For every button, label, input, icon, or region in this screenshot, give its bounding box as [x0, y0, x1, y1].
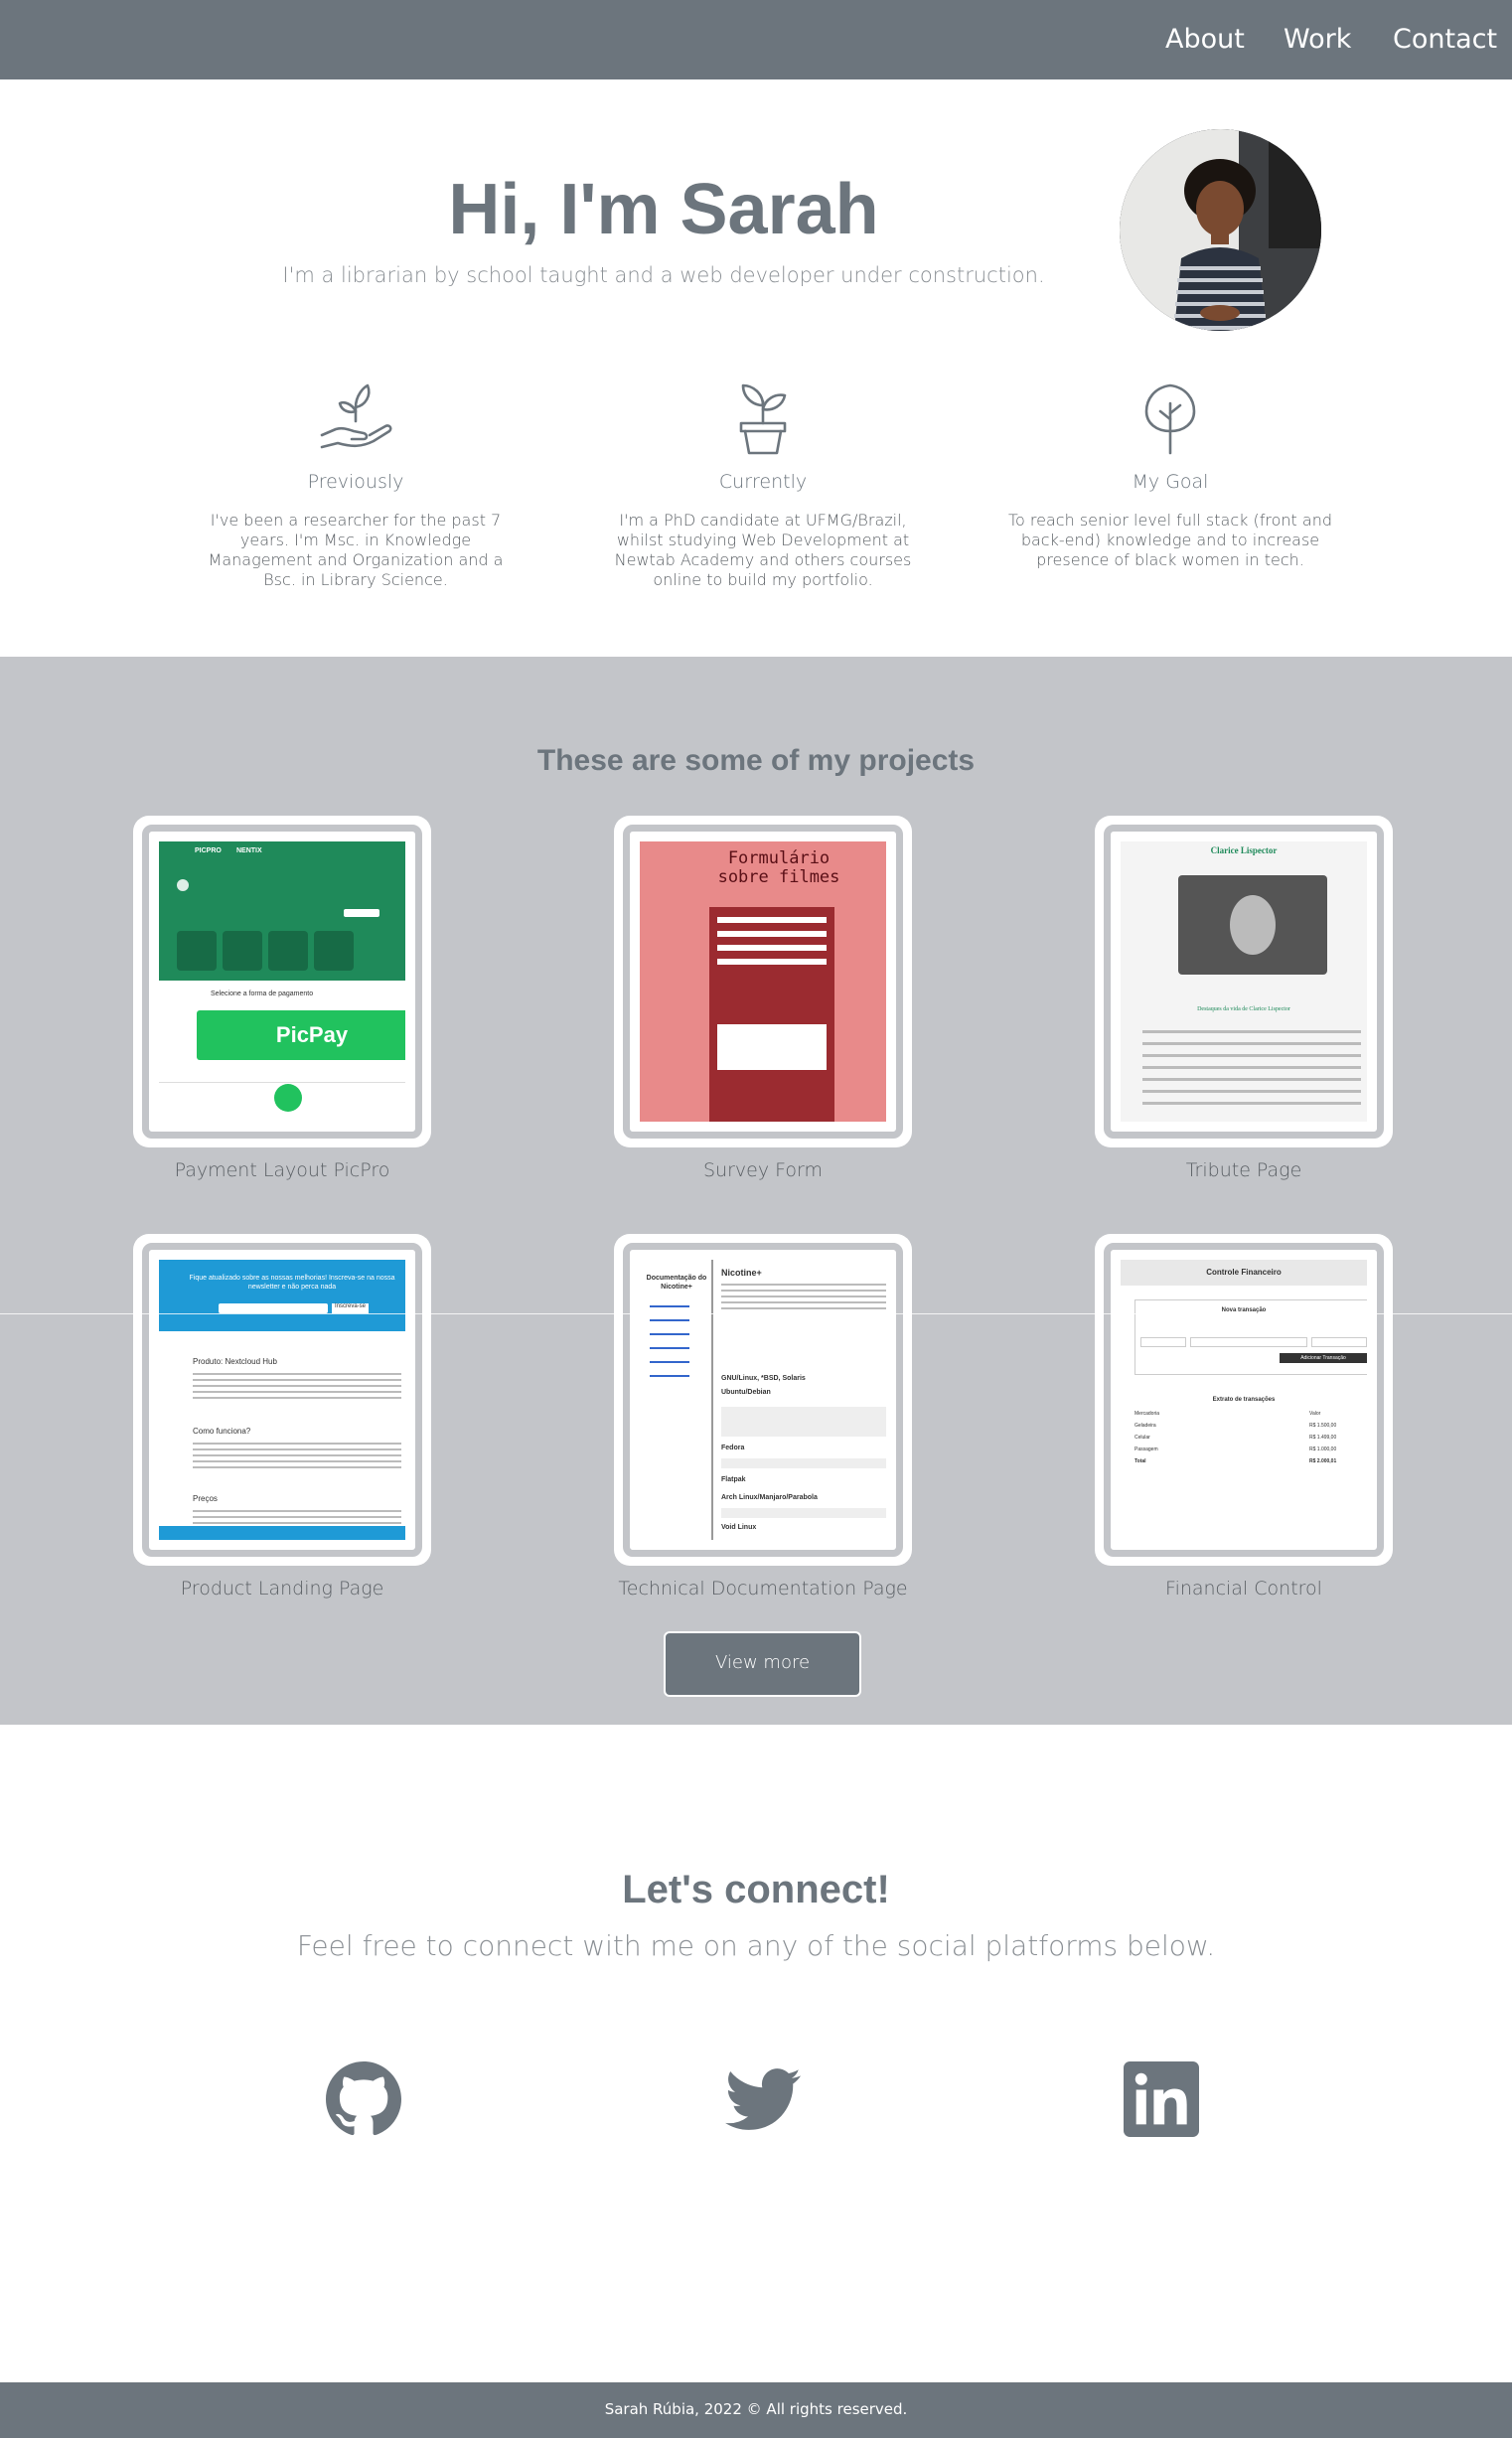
thumb-survey-title: Formulário sobre filmes: [717, 848, 840, 887]
project-card-landing[interactable]: Fique atualizado sobre as nossas melhori…: [133, 1234, 431, 1566]
info-text: I'm a PhD candidate at UFMG/Brazil, whil…: [614, 511, 912, 589]
thumb-landing-button: Inscreva-se: [332, 1303, 370, 1313]
info-title: Previously: [307, 471, 404, 493]
project-label: Survey Form: [703, 1159, 823, 1181]
project-card-tribute[interactable]: Clarice Lispector Destaques da vida de C…: [1095, 816, 1393, 1147]
thumb-fin-row-value: R$ 1.499,00: [1309, 1435, 1337, 1441]
twitter-icon[interactable]: [725, 2061, 801, 2137]
thumb-fin-row-name: Passagem: [1134, 1447, 1158, 1452]
project-thumbnail: Controle Financeiro Nova transação Adici…: [1121, 1260, 1367, 1540]
project-label: Tribute Page: [1185, 1159, 1302, 1181]
thumb-doc-title: Nicotine+: [721, 1268, 762, 1278]
project-label: Payment Layout PicPro: [174, 1159, 390, 1181]
thumb-brand-2: NENTIX: [236, 847, 262, 854]
info-title: My Goal: [1132, 471, 1209, 493]
footer: Sarah Rúbia, 2022 © All rights reserved.: [0, 2382, 1512, 2438]
thumb-fin-row-value: R$ 1.000,00: [1309, 1447, 1337, 1452]
project-label: Financial Control: [1165, 1578, 1322, 1600]
thumb-fin-row-name: Total: [1134, 1458, 1146, 1464]
divider: [0, 1313, 1512, 1314]
project-thumbnail: Clarice Lispector Destaques da vida de C…: [1121, 841, 1367, 1122]
thumb-fin-statement: Extrato de transações: [1212, 1397, 1276, 1403]
thumb-choose-text: Selecione a forma de pagamento: [211, 990, 314, 997]
footer-text: Sarah Rúbia, 2022 © All rights reserved.: [604, 2400, 908, 2418]
project-card-survey[interactable]: Formulário sobre filmes: [614, 816, 912, 1147]
project-card-financial[interactable]: Controle Financeiro Nova transação Adici…: [1095, 1234, 1393, 1566]
thumb-brand: PICPRO: [195, 847, 222, 854]
thumb-doc-heading: GNU/Linux, *BSD, Solaris: [721, 1375, 806, 1382]
view-more-button[interactable]: View more: [664, 1631, 861, 1697]
projects-section: These are some of my projects PICPRO NEN…: [0, 657, 1512, 1725]
linkedin-icon[interactable]: [1124, 2061, 1199, 2137]
thumb-doc-heading: Arch Linux/Manjaro/Parabola: [721, 1494, 818, 1501]
project-thumbnail: Documentação do Nicotine+ Nicotine+ GNU/…: [640, 1260, 886, 1540]
info-currently: Currently I'm a PhD candidate at UFMG/Br…: [584, 378, 942, 590]
thumb-fin-row-value: R$ 1.500,00: [1309, 1423, 1337, 1429]
project-thumbnail: Formulário sobre filmes: [640, 841, 886, 1122]
info-my-goal: My Goal To reach senior level full stack…: [991, 378, 1349, 570]
connect-title: Let's connect!: [622, 1868, 890, 1911]
potted-plant-icon: [739, 383, 787, 455]
nav-link-about[interactable]: About: [1165, 24, 1245, 55]
project-thumbnail: Fique atualizado sobre as nossas melhori…: [159, 1260, 405, 1540]
thumb-tribute-subtitle: Destaques da vida de Clarice Lispector: [1197, 1006, 1290, 1012]
info-text: I've been a researcher for the past 7 ye…: [208, 511, 504, 589]
thumb-fin-button: Adicionar Transação: [1280, 1353, 1367, 1363]
info-text: To reach senior level full stack (front …: [1008, 511, 1332, 569]
plant-in-hand-icon: [320, 383, 392, 449]
project-label: Technical Documentation Page: [618, 1578, 908, 1600]
project-card-picpay[interactable]: PICPRO NENTIX Selecione a forma de pagam…: [133, 816, 431, 1147]
thumb-fin-title: Controle Financeiro: [1206, 1268, 1282, 1277]
project-card-techdoc[interactable]: Documentação do Nicotine+ Nicotine+ GNU/…: [614, 1234, 912, 1566]
thumb-doc-sidebar-title: Documentação do Nicotine+: [646, 1275, 707, 1291]
thumb-doc-heading: Fedora: [721, 1445, 745, 1451]
info-previously: Previously I've been a researcher for th…: [177, 378, 534, 590]
thumb-landing-heading: Preços: [193, 1494, 218, 1503]
thumb-fin-row-name: Mercadoria: [1134, 1411, 1160, 1417]
thumb-fin-row-name: Celular: [1134, 1435, 1150, 1441]
project-thumbnail: PICPRO NENTIX Selecione a forma de pagam…: [159, 841, 405, 1122]
picpay-logo: PicPay: [275, 1022, 349, 1047]
connect-subtitle: Feel free to connect with me on any of t…: [296, 1929, 1216, 1962]
thumb-landing-banner: Fique atualizado sobre as nossas melhori…: [189, 1275, 395, 1291]
info-title: Currently: [718, 471, 808, 493]
projects-title: These are some of my projects: [536, 744, 976, 777]
thumb-doc-heading: Void Linux: [721, 1524, 757, 1531]
thumb-fin-row-name: Geladeira: [1134, 1423, 1156, 1429]
nav-link-work[interactable]: Work: [1284, 24, 1351, 55]
tree-icon: [1144, 383, 1196, 455]
project-label: Product Landing Page: [180, 1578, 384, 1600]
thumb-doc-heading: Ubuntu/Debian: [721, 1389, 771, 1396]
avatar: [1120, 129, 1321, 331]
thumb-landing-heading: Como funciona?: [193, 1427, 251, 1436]
thumb-fin-row-value: Valor: [1309, 1411, 1321, 1417]
navbar: About Work Contact: [0, 0, 1512, 79]
thumb-doc-heading: Flatpak: [721, 1476, 746, 1483]
github-icon[interactable]: [326, 2061, 401, 2137]
nav-link-contact[interactable]: Contact: [1393, 24, 1497, 55]
thumb-fin-row-value: R$ 2.000,01: [1309, 1458, 1337, 1464]
thumb-tribute-title: Clarice Lispector: [1210, 845, 1278, 855]
thumb-landing-heading: Produto: Nextcloud Hub: [193, 1357, 277, 1366]
